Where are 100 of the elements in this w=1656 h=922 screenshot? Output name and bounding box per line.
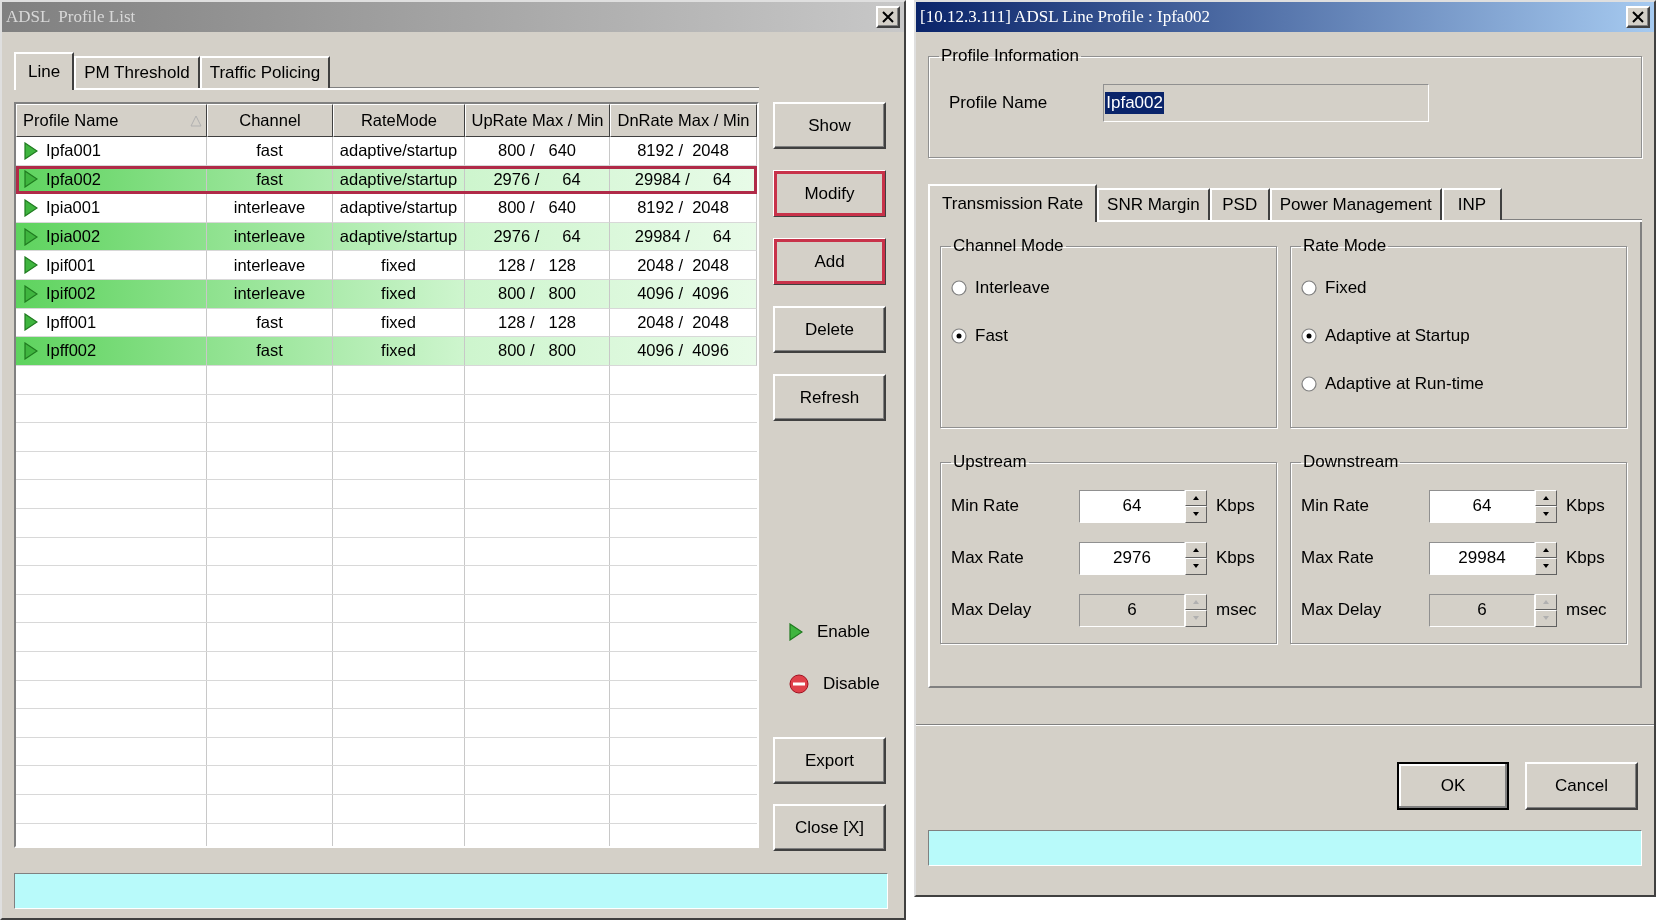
action-button[interactable]: Refresh [773, 374, 886, 421]
table-cell: adaptive/startup [339, 227, 458, 247]
radio-button[interactable] [951, 280, 967, 296]
table-row[interactable]: Ipif001 interleave fixed 128 / 128 2048 / 2048 [16, 251, 757, 280]
table-cell: Ipfa002 [46, 169, 102, 189]
group-title: Channel Mode [952, 236, 1065, 256]
column-header[interactable]: Channel [207, 104, 333, 137]
dialog-button[interactable]: OK [1397, 762, 1509, 810]
column-header[interactable]: UpRate Max / Min [465, 104, 610, 137]
number-field[interactable]: 2976 [1079, 541, 1185, 575]
caret-up-icon [1193, 495, 1199, 500]
table-cell: fixed [381, 341, 416, 361]
group-title: Downstream [1302, 452, 1400, 472]
table-cell: 800 / 800 [498, 284, 576, 304]
number-field[interactable]: 29984 [1429, 541, 1535, 575]
table-cell: Ipif001 [46, 255, 96, 275]
table-cell: fast [256, 341, 283, 361]
table-cell: Ipff002 [46, 341, 97, 361]
field-label: Max Delay [1301, 600, 1383, 620]
table-cell: interleave [233, 198, 306, 218]
radio-label: Adaptive at Startup [1325, 326, 1470, 346]
table-cell: 800 / 640 [498, 198, 576, 218]
window-title: ADSL Profile List [6, 7, 137, 27]
table-cell: 800 / 800 [498, 341, 576, 361]
table-cell: interleave [233, 227, 306, 247]
tab[interactable]: PSD [1209, 188, 1270, 220]
window-title: [10.12.3.111] ADSL Line Profile : Ipfa002 [920, 7, 1211, 27]
number-field[interactable]: 64 [1079, 489, 1185, 523]
table-row[interactable]: Ipia002 interleave adaptive/startup 2976 / 64 29984 / 64 [16, 222, 757, 252]
text-field[interactable]: Ipfa002 [1103, 84, 1430, 122]
spinner-control[interactable] [1535, 541, 1557, 575]
table-row[interactable]: Ipff002 fast fixed 800 / 800 4096 / 4096 [16, 337, 757, 366]
close-button[interactable] [876, 6, 900, 28]
caret-down-icon [1193, 616, 1199, 621]
close-icon [1632, 11, 1644, 23]
table-cell: 2048 / 2048 [637, 312, 729, 332]
table-cell: adaptive/startup [339, 141, 458, 161]
radio-button[interactable] [1301, 280, 1317, 296]
table-cell: 128 / 128 [498, 312, 576, 332]
group-title: Upstream [952, 452, 1028, 472]
tab[interactable]: Line [14, 52, 75, 90]
column-header[interactable]: Profile Name [16, 104, 207, 137]
caret-up-icon [1193, 599, 1199, 604]
table-row[interactable]: Ipfa001 fast adaptive/startup 800 / 640 8192 / 2048 [16, 137, 757, 166]
spinner-control[interactable] [1185, 489, 1207, 523]
field-label: Max Delay [951, 600, 1033, 620]
caret-down-icon [1193, 564, 1199, 569]
action-button[interactable]: Export [773, 737, 886, 784]
table-cell: 4096 / 4096 [637, 284, 729, 304]
unit-label: msec [1216, 600, 1257, 620]
table-cell: fixed [381, 255, 416, 275]
table-cell: 800 / 640 [498, 141, 576, 161]
caret-down-icon [1543, 564, 1549, 569]
action-button[interactable]: Delete [773, 306, 886, 353]
tab[interactable]: Transmission Rate [928, 184, 1098, 222]
table-cell: 8192 / 2048 [637, 141, 729, 161]
action-button[interactable]: Add [773, 238, 886, 285]
legend-label: Disable [823, 674, 880, 694]
tab[interactable]: INP [1441, 188, 1502, 220]
caret-down-icon [1193, 512, 1199, 517]
action-button[interactable]: Close [X] [773, 804, 886, 851]
action-button[interactable]: Show [773, 102, 886, 149]
number-field[interactable]: 64 [1429, 489, 1535, 523]
caret-down-icon [1543, 512, 1549, 517]
field-label: Max Rate [1301, 548, 1375, 568]
tab[interactable]: SNR Margin [1097, 188, 1210, 220]
group-title: Rate Mode [1302, 236, 1388, 256]
legend-label: Enable [817, 622, 870, 642]
table-cell: 29984 / 64 [634, 227, 732, 247]
field-label: Profile Name [949, 93, 1048, 113]
tab[interactable]: Traffic Policing [199, 56, 331, 88]
table-cell: fast [256, 169, 283, 189]
unit-label: Kbps [1216, 496, 1255, 516]
table-row[interactable]: Ipfa002 fast adaptive/startup 2976 / 64 29984 / 64 [16, 165, 757, 195]
table-cell: adaptive/startup [339, 198, 458, 218]
table-row[interactable]: Ipif002 interleave fixed 800 / 800 4096 / 4096 [16, 279, 757, 309]
radio-button[interactable] [1301, 328, 1317, 344]
tab[interactable]: Power Management [1269, 188, 1442, 220]
column-header[interactable]: RateMode [333, 104, 465, 137]
caret-down-icon [1543, 616, 1549, 621]
table-cell: adaptive/startup [339, 169, 458, 189]
table-row[interactable]: Ipia001 interleave adaptive/startup 800 / 640 8192 / 2048 [16, 194, 757, 223]
unit-label: Kbps [1216, 548, 1255, 568]
field-label: Max Rate [951, 548, 1025, 568]
table-cell: Ipif002 [46, 284, 96, 304]
unit-label: Kbps [1566, 548, 1605, 568]
column-header[interactable]: DnRate Max / Min [610, 104, 757, 137]
table-cell: interleave [233, 255, 306, 275]
radio-label: Fast [975, 326, 1009, 346]
radio-button[interactable] [951, 328, 967, 344]
spinner-control[interactable] [1185, 541, 1207, 575]
table-cell: 2976 / 64 [493, 169, 581, 189]
dialog-button[interactable]: Cancel [1525, 762, 1638, 810]
spinner-control[interactable] [1535, 489, 1557, 523]
action-button[interactable]: Modify [773, 170, 886, 217]
unit-label: msec [1566, 600, 1607, 620]
tab[interactable]: PM Threshold [74, 56, 200, 88]
radio-button[interactable] [1301, 376, 1317, 392]
close-button[interactable] [1626, 6, 1650, 28]
table-cell: 4096 / 4096 [637, 341, 729, 361]
